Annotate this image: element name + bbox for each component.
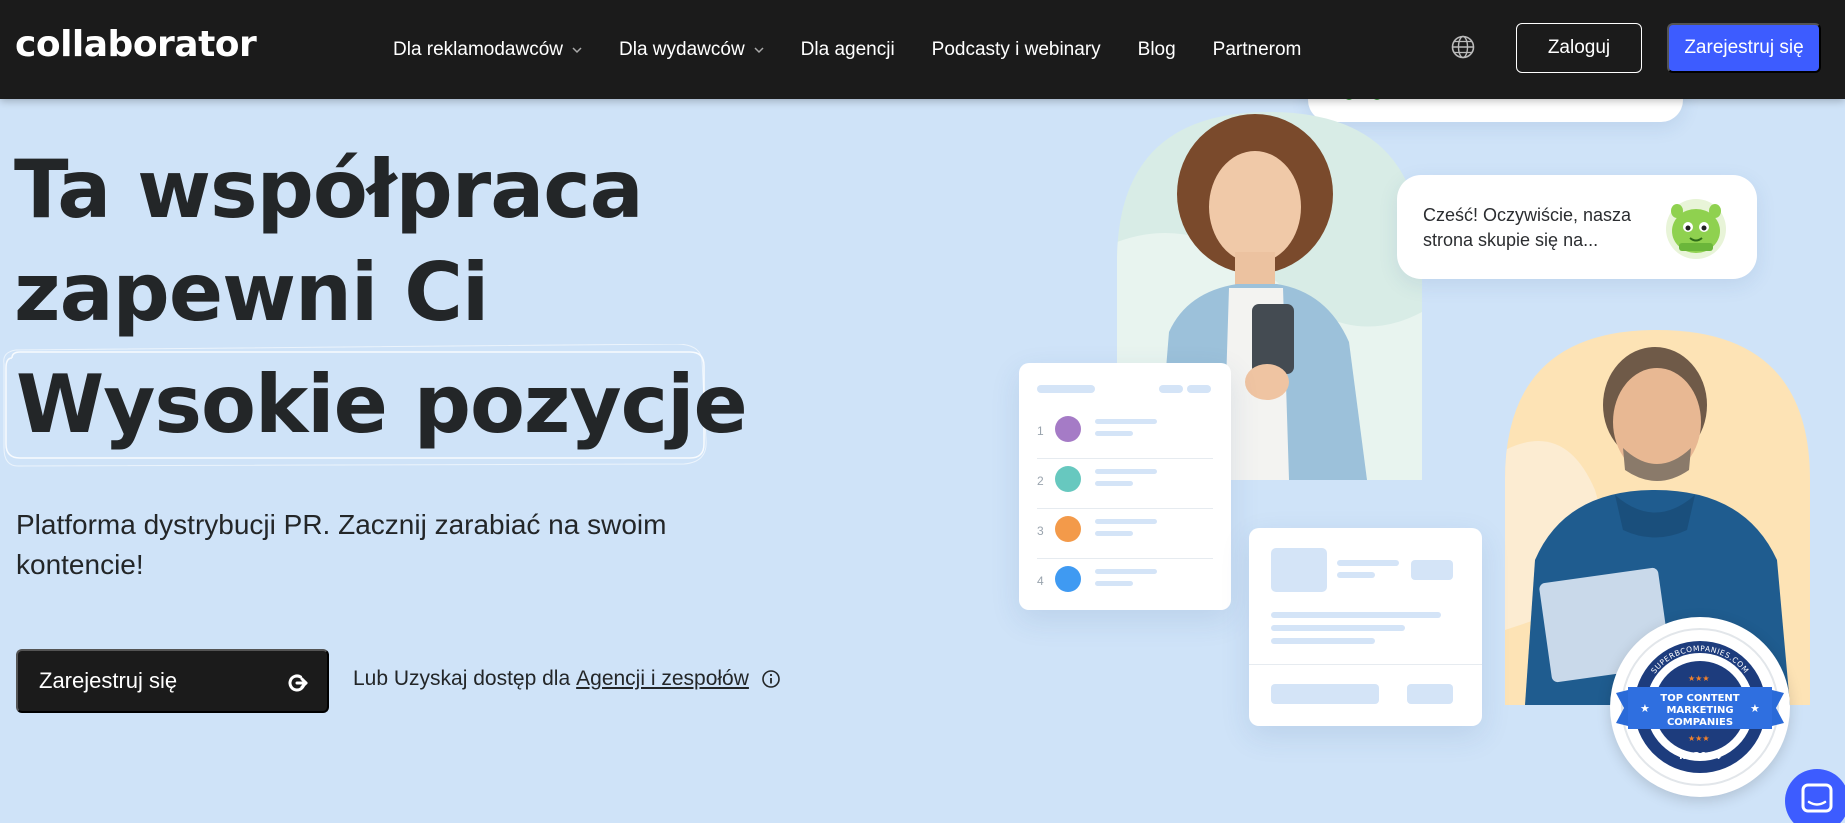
placeholder-line xyxy=(1095,569,1157,574)
menu-item-partners[interactable]: Partnerom xyxy=(1213,39,1302,61)
hero-title-line-1: Ta współpraca xyxy=(14,143,644,236)
agency-access-prefix: Lub Uzyskaj dostęp dla xyxy=(353,667,571,690)
list-item: 3 xyxy=(1037,509,1213,559)
avatar xyxy=(1055,416,1081,442)
green-mascot-icon xyxy=(1666,199,1726,259)
hero-title-line-2: zapewni Ci xyxy=(14,246,489,339)
chevron-down-icon xyxy=(754,46,764,53)
card-header-pill xyxy=(1187,385,1211,393)
placeholder-line xyxy=(1095,431,1133,436)
placeholder-button xyxy=(1407,684,1453,704)
hero-subtitle: Platforma dystrybucji PR. Zacznij zarabi… xyxy=(16,509,667,580)
badge-ribbon-line-3: COMPANIES xyxy=(1667,717,1733,728)
placeholder-pill xyxy=(1411,560,1453,580)
menu-item-label: Dla wydawców xyxy=(619,38,745,60)
divider xyxy=(1249,664,1482,665)
register-cta-button[interactable]: Zarejestruj się xyxy=(16,649,329,713)
main-menu: Dla reklamodawców Dla wydawców Dla agenc… xyxy=(393,0,1338,99)
placeholder-line xyxy=(1271,638,1375,644)
menu-item-podcasts[interactable]: Podcasty i webinary xyxy=(932,39,1101,61)
article-card xyxy=(1249,528,1482,726)
placeholder-button xyxy=(1271,684,1379,704)
placeholder-line xyxy=(1095,419,1157,424)
avatar xyxy=(1055,566,1081,592)
collaborator-logo[interactable]: collaborator xyxy=(15,24,257,65)
placeholder-line xyxy=(1271,612,1441,618)
menu-item-label: Dla agencji xyxy=(800,38,895,60)
star-icon: ★★★ xyxy=(1688,674,1710,683)
list-item: 2 xyxy=(1037,459,1213,509)
badge-ribbon-line-1: TOP CONTENT xyxy=(1660,693,1739,704)
rank-number: 4 xyxy=(1037,574,1044,588)
info-icon[interactable] xyxy=(761,669,781,689)
avatar xyxy=(1055,466,1081,492)
login-button[interactable]: Zaloguj xyxy=(1516,23,1642,73)
menu-item-label: Dla reklamodawców xyxy=(393,38,564,60)
card-header-bar xyxy=(1037,385,1095,393)
rank-number: 3 xyxy=(1037,524,1044,538)
menu-item-blog[interactable]: Blog xyxy=(1138,39,1176,61)
star-icon: ★ xyxy=(1640,703,1650,715)
list-item: 1 xyxy=(1037,409,1213,459)
ranking-card: 1 2 3 4 xyxy=(1019,363,1231,610)
list-item: 4 xyxy=(1037,559,1213,609)
menu-item-label: Blog xyxy=(1137,38,1176,60)
rank-number: 1 xyxy=(1037,424,1044,438)
menu-item-advertisers[interactable]: Dla reklamodawców xyxy=(393,39,582,61)
agency-access-text: Lub Uzyskaj dostęp dla Agencji i zespołó… xyxy=(353,667,781,691)
award-badge-graphic: SUPERBCOMPANIES.COM TOP CONTENT MARKETIN… xyxy=(1616,628,1784,786)
menu-item-label: Podcasty i webinary xyxy=(931,38,1101,60)
placeholder-line xyxy=(1337,560,1399,566)
globe-icon[interactable] xyxy=(1450,34,1476,60)
menu-item-publishers[interactable]: Dla wydawców xyxy=(619,39,764,61)
menu-item-label: Partnerom xyxy=(1212,38,1302,60)
agency-access-link[interactable]: Agencji i zespołów xyxy=(576,667,749,691)
chat-message: Cześć! Oczywiście, nasza strona skupie s… xyxy=(1423,205,1632,250)
hero-title-highlight: Wysokie pozycje xyxy=(16,358,748,451)
placeholder-line xyxy=(1095,531,1133,536)
chat-launcher-button[interactable] xyxy=(1785,769,1845,823)
avatar xyxy=(1055,516,1081,542)
placeholder-line xyxy=(1095,481,1133,486)
badge-year: in 2024 xyxy=(1679,751,1721,762)
chat-bubble: Cześć! Oczywiście, nasza strona skupie s… xyxy=(1397,175,1757,279)
award-badge: SUPERBCOMPANIES.COM TOP CONTENT MARKETIN… xyxy=(1610,617,1790,797)
star-icon: ★★★ xyxy=(1688,734,1710,743)
menu-item-agencies[interactable]: Dla agencji xyxy=(801,39,895,61)
badge-ribbon-line-2: MARKETING xyxy=(1666,705,1733,716)
chat-icon xyxy=(1801,783,1833,813)
register-button[interactable]: Zarejestruj się xyxy=(1667,23,1821,73)
cta-label: Zarejestruj się xyxy=(39,668,178,693)
card-header-pill xyxy=(1159,385,1183,393)
placeholder-line xyxy=(1095,581,1133,586)
placeholder-line xyxy=(1095,519,1157,524)
placeholder-line xyxy=(1095,469,1157,474)
refresh-arrow-icon xyxy=(288,674,308,692)
placeholder-line xyxy=(1271,625,1405,631)
star-icon: ★ xyxy=(1750,703,1760,715)
rank-number: 2 xyxy=(1037,474,1044,488)
image-placeholder xyxy=(1271,548,1327,592)
placeholder-line xyxy=(1337,572,1375,578)
top-navigation: collaborator Dla reklamodawców Dla wydaw… xyxy=(0,0,1845,99)
hero-highlight: Wysokie pozycje xyxy=(0,344,748,468)
chevron-down-icon xyxy=(572,46,582,53)
